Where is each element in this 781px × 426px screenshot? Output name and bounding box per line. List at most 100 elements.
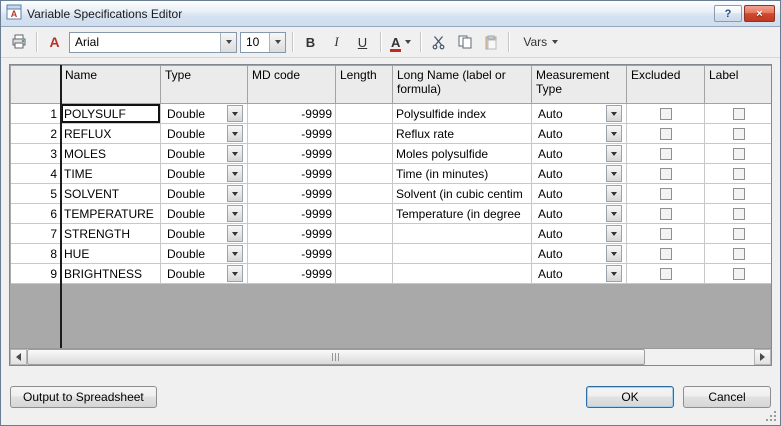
long-name-cell[interactable]: Solvent (in cubic centim [393, 184, 532, 204]
long-name-cell[interactable]: Moles polysulfide [393, 144, 532, 164]
chevron-down-icon[interactable] [220, 33, 236, 52]
chevron-down-icon[interactable] [227, 105, 243, 122]
cut-button[interactable] [427, 31, 450, 53]
name-cell[interactable]: TIME [61, 164, 161, 184]
length-cell[interactable] [336, 184, 393, 204]
type-dropdown[interactable]: Double [164, 164, 244, 183]
chevron-down-icon[interactable] [606, 125, 622, 142]
md-code-cell[interactable]: -9999 [248, 164, 336, 184]
label-checkbox[interactable] [733, 108, 745, 120]
name-cell[interactable]: STRENGTH [61, 224, 161, 244]
chevron-down-icon[interactable] [606, 185, 622, 202]
scroll-right-arrow-icon[interactable] [754, 349, 771, 365]
md-code-cell[interactable]: -9999 [248, 244, 336, 264]
label-checkbox[interactable] [733, 208, 745, 220]
col-header-measurement-type[interactable]: Measurement Type [532, 66, 627, 104]
chevron-down-icon[interactable] [606, 245, 622, 262]
col-header-md-code[interactable]: MD code [248, 66, 336, 104]
row-number[interactable]: 8 [11, 244, 61, 264]
chevron-down-icon[interactable] [606, 105, 622, 122]
length-cell[interactable] [336, 224, 393, 244]
underline-button[interactable]: U [351, 31, 374, 53]
chevron-down-icon[interactable] [227, 205, 243, 222]
ok-button[interactable]: OK [586, 386, 674, 408]
chevron-down-icon[interactable] [227, 145, 243, 162]
measurement-type-dropdown[interactable]: Auto [535, 144, 623, 163]
chevron-down-icon[interactable] [227, 125, 243, 142]
row-number[interactable]: 2 [11, 124, 61, 144]
length-cell[interactable] [336, 264, 393, 284]
row-number[interactable]: 7 [11, 224, 61, 244]
long-name-cell[interactable]: Reflux rate [393, 124, 532, 144]
chevron-down-icon[interactable] [606, 225, 622, 242]
label-checkbox[interactable] [733, 148, 745, 160]
col-header-name[interactable]: Name [61, 66, 161, 104]
name-cell[interactable]: MOLES [61, 144, 161, 164]
excluded-checkbox[interactable] [660, 268, 672, 280]
output-to-spreadsheet-button[interactable]: Output to Spreadsheet [10, 386, 157, 408]
name-cell[interactable]: REFLUX [61, 124, 161, 144]
type-dropdown[interactable]: Double [164, 224, 244, 243]
chevron-down-icon[interactable] [606, 165, 622, 182]
row-number[interactable]: 5 [11, 184, 61, 204]
chevron-down-icon[interactable] [606, 265, 622, 282]
col-header-length[interactable]: Length [336, 66, 393, 104]
vars-menu-button[interactable]: Vars [515, 31, 566, 53]
close-button[interactable]: × [744, 5, 775, 22]
length-cell[interactable] [336, 104, 393, 124]
measurement-type-dropdown[interactable]: Auto [535, 124, 623, 143]
name-cell[interactable]: HUE [61, 244, 161, 264]
name-cell[interactable]: POLYSULF [61, 104, 161, 124]
print-button[interactable] [7, 31, 30, 53]
excluded-checkbox[interactable] [660, 168, 672, 180]
length-cell[interactable] [336, 204, 393, 224]
chevron-down-icon[interactable] [227, 165, 243, 182]
excluded-checkbox[interactable] [660, 148, 672, 160]
col-header-long-name[interactable]: Long Name (label or formula) [393, 66, 532, 104]
row-number[interactable]: 6 [11, 204, 61, 224]
long-name-cell[interactable]: Polysulfide index [393, 104, 532, 124]
md-code-cell[interactable]: -9999 [248, 184, 336, 204]
type-dropdown[interactable]: Double [164, 204, 244, 223]
grid-corner-cell[interactable] [11, 66, 61, 104]
chevron-down-icon[interactable] [405, 40, 411, 44]
md-code-cell[interactable]: -9999 [248, 104, 336, 124]
excluded-checkbox[interactable] [660, 108, 672, 120]
row-number[interactable]: 1 [11, 104, 61, 124]
paste-button[interactable] [479, 31, 502, 53]
cancel-button[interactable]: Cancel [683, 386, 771, 408]
copy-button[interactable] [453, 31, 476, 53]
type-dropdown[interactable]: Double [164, 104, 244, 123]
help-button[interactable]: ? [714, 5, 742, 22]
md-code-cell[interactable]: -9999 [248, 204, 336, 224]
col-header-excluded[interactable]: Excluded [627, 66, 705, 104]
excluded-checkbox[interactable] [660, 248, 672, 260]
row-number[interactable]: 3 [11, 144, 61, 164]
type-dropdown[interactable]: Double [164, 124, 244, 143]
label-checkbox[interactable] [733, 228, 745, 240]
length-cell[interactable] [336, 164, 393, 184]
row-number[interactable]: 4 [11, 164, 61, 184]
chevron-down-icon[interactable] [227, 225, 243, 242]
measurement-type-dropdown[interactable]: Auto [535, 264, 623, 283]
font-format-button[interactable]: A [43, 31, 66, 53]
md-code-cell[interactable]: -9999 [248, 124, 336, 144]
horizontal-scrollbar[interactable] [10, 348, 771, 365]
measurement-type-dropdown[interactable]: Auto [535, 164, 623, 183]
measurement-type-dropdown[interactable]: Auto [535, 104, 623, 123]
md-code-cell[interactable]: -9999 [248, 144, 336, 164]
excluded-checkbox[interactable] [660, 128, 672, 140]
chevron-down-icon[interactable] [606, 145, 622, 162]
length-cell[interactable] [336, 124, 393, 144]
row-number[interactable]: 9 [11, 264, 61, 284]
type-dropdown[interactable]: Double [164, 144, 244, 163]
excluded-checkbox[interactable] [660, 228, 672, 240]
name-cell[interactable]: SOLVENT [61, 184, 161, 204]
measurement-type-dropdown[interactable]: Auto [535, 184, 623, 203]
long-name-cell[interactable]: Temperature (in degree [393, 204, 532, 224]
name-cell[interactable]: TEMPERATURE [61, 204, 161, 224]
label-checkbox[interactable] [733, 168, 745, 180]
col-header-label[interactable]: Label [705, 66, 772, 104]
titlebar[interactable]: A Variable Specifications Editor ? × [1, 1, 780, 27]
font-color-button[interactable]: A [387, 31, 414, 53]
